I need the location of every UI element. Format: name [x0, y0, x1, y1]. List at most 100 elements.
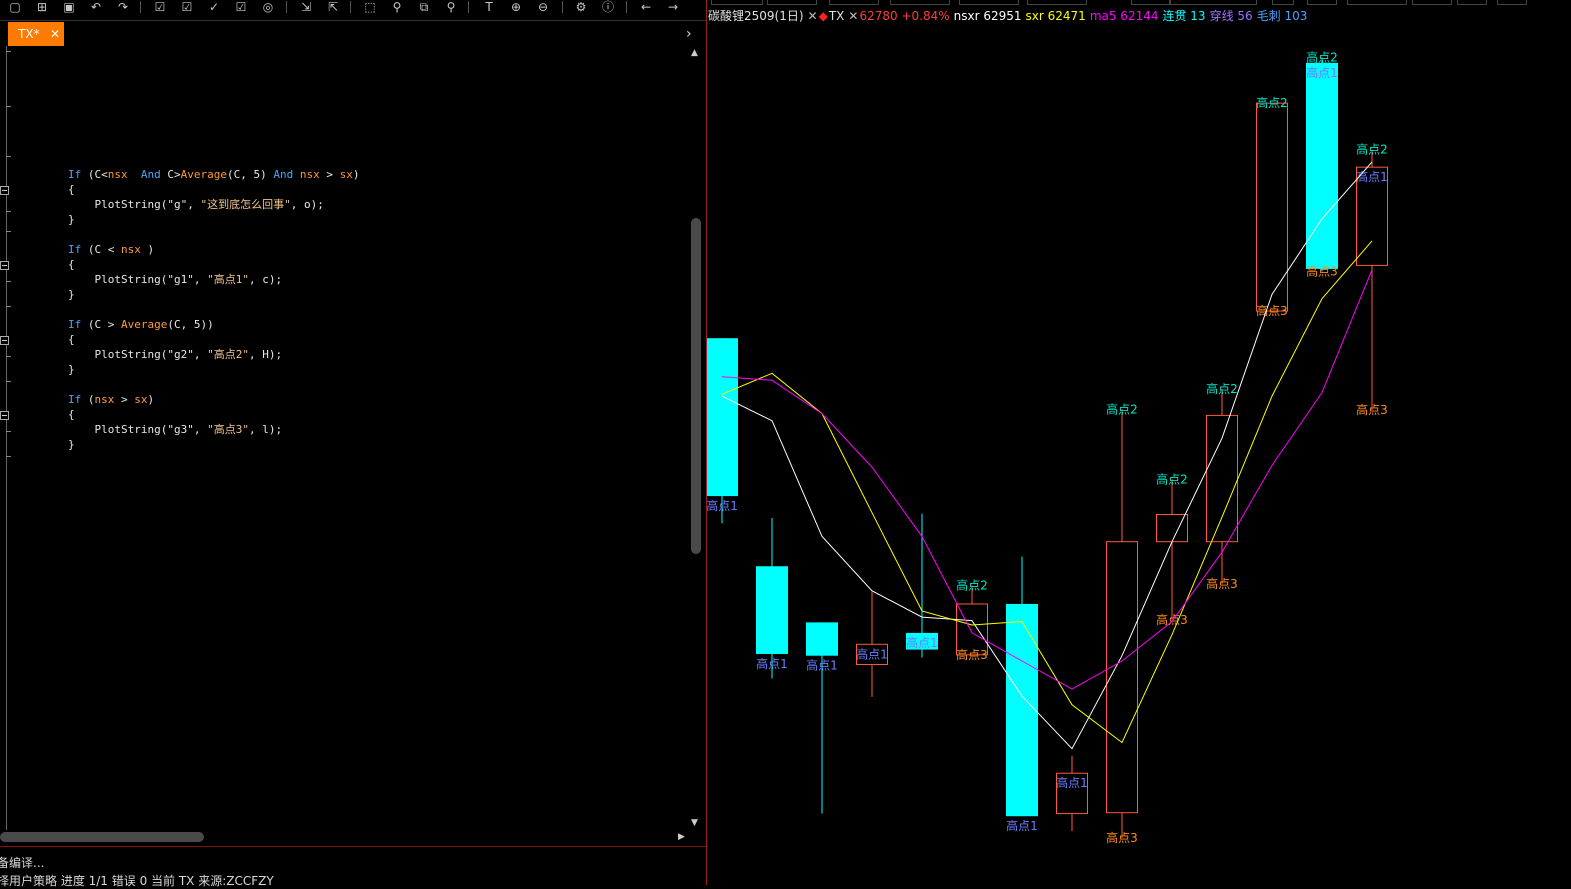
code-line: }: [68, 363, 75, 377]
candle-annotation: 高点3: [1256, 303, 1288, 318]
candle-annotation: 高点2: [1256, 95, 1288, 110]
vertical-scroll-thumb[interactable]: [691, 218, 701, 554]
code-token: }: [68, 213, 75, 226]
undo-icon[interactable]: ↶: [89, 0, 103, 14]
fold-toggle-icon[interactable]: [0, 336, 9, 345]
code-token: , H);: [248, 348, 283, 361]
code-token: (C >: [81, 318, 121, 331]
toolbar-separator: [140, 1, 141, 13]
tab-scroll-right-icon[interactable]: ›: [686, 24, 692, 44]
toolbar-separator: [468, 1, 469, 13]
settings-icon[interactable]: ⚙: [574, 0, 588, 14]
code-line: }: [68, 438, 75, 452]
code-token: sx: [339, 168, 353, 181]
candle-annotation: 高点2: [1356, 142, 1388, 157]
code-line: {: [68, 183, 75, 197]
fold-toggle-icon[interactable]: [0, 261, 9, 270]
code-line: {: [68, 258, 75, 272]
code-token: nsx: [121, 243, 141, 256]
editor-vertical-scrollbar[interactable]: ▲ ▼: [690, 46, 704, 830]
code-token: Average: [121, 318, 168, 331]
new-window-icon[interactable]: ▢: [8, 0, 22, 14]
fold-marker: [6, 431, 11, 432]
check-all-icon[interactable]: ☑: [234, 0, 248, 14]
compile-output-panel: 备编译... 择用户策略 进度 1/1 错误 0 当前 TX 来源:ZCCFZY: [0, 846, 707, 888]
editor-horizontal-scrollbar[interactable]: ▶: [0, 830, 690, 844]
tab-label: TX*: [18, 27, 40, 41]
code-line: If (nsx > sx): [68, 393, 154, 407]
code-line: }: [68, 288, 75, 302]
forward-arrow-icon[interactable]: →: [666, 0, 680, 14]
select-icon[interactable]: ⬚: [363, 0, 377, 14]
scroll-down-icon[interactable]: ▼: [691, 818, 698, 828]
candle-annotation: 高点1: [1056, 775, 1088, 790]
info-icon[interactable]: ⓘ: [601, 0, 615, 14]
candle-annotation: 高点2: [1206, 381, 1238, 396]
candle-annotation: 高点2: [1156, 471, 1188, 486]
scroll-right-icon[interactable]: ▶: [678, 830, 685, 844]
toolbar-separator: [562, 1, 563, 13]
fold-marker: [6, 231, 11, 232]
candle-annotation: 高点1: [1356, 169, 1388, 184]
code-token: PlotString("g3",: [68, 423, 208, 436]
code-line: {: [68, 408, 75, 422]
code-token: , o);: [290, 198, 324, 211]
code-line: PlotString("g1", "高点1", c);: [68, 273, 282, 287]
zoom-search-icon[interactable]: ⚲: [444, 0, 458, 14]
code-token: And: [140, 168, 161, 181]
scroll-up-icon[interactable]: ▲: [691, 48, 698, 58]
candle-body: [806, 622, 838, 656]
code-editor[interactable]: If (C<nsx And C>Average(C, 5) And nsx > …: [0, 46, 690, 830]
candle-annotation: 高点1: [1006, 818, 1038, 833]
delete-icon[interactable]: ▣: [62, 0, 76, 14]
zoom-out-icon[interactable]: ⊖: [536, 0, 550, 14]
toolbar-separator: [626, 1, 627, 13]
candle-body: [707, 338, 738, 497]
back-arrow-icon[interactable]: ←: [639, 0, 653, 14]
check-doc-icon[interactable]: ☑: [180, 0, 194, 14]
candle-annotation: 高点1: [1306, 65, 1338, 80]
export-icon[interactable]: ⇱: [326, 0, 340, 14]
find-replace-icon[interactable]: ⧉: [417, 0, 431, 14]
stop-icon[interactable]: ◎: [261, 0, 275, 14]
tab-tx[interactable]: TX* ✕: [8, 22, 64, 46]
candle-annotation: 高点1: [856, 646, 888, 661]
candle-body: [1256, 102, 1288, 312]
code-line: If (C < nsx ): [68, 243, 154, 257]
zoom-in-icon[interactable]: ⊕: [509, 0, 523, 14]
code-token: , l);: [248, 423, 283, 436]
code-token: If: [68, 318, 82, 331]
horizontal-scroll-thumb[interactable]: [0, 832, 204, 842]
code-token: (C, 5): [226, 168, 274, 181]
add-icon[interactable]: ⊞: [35, 0, 49, 14]
fold-toggle-icon[interactable]: [0, 411, 9, 420]
candle-body: [1306, 62, 1338, 269]
toolbar-separator: [350, 1, 351, 13]
text-cursor-icon[interactable]: T: [482, 0, 496, 14]
search-icon[interactable]: ⚲: [390, 0, 404, 14]
code-line: PlotString("g3", "高点3", l);: [68, 423, 282, 437]
code-token: If: [68, 243, 82, 256]
candle-annotation: 高点3: [1156, 612, 1188, 627]
code-token: PlotString("g1",: [68, 273, 208, 286]
candle-annotation: 高点1: [756, 656, 788, 671]
output-status-line: 备编译...: [0, 856, 45, 870]
code-line: {: [68, 333, 75, 347]
candle-body: [1106, 541, 1138, 814]
code-token: Average: [180, 168, 227, 181]
redo-icon[interactable]: ↷: [116, 0, 130, 14]
candle-body: [1006, 603, 1038, 817]
kline-chart-pane[interactable]: 碳酸锂2509(1日) ✕◆TX ✕62780 +0.84% nsxr 62951 sx…: [707, 0, 1571, 885]
compile-icon[interactable]: ✓: [207, 0, 221, 14]
import-icon[interactable]: ⇲: [299, 0, 313, 14]
code-token: ): [140, 243, 155, 256]
fold-gutter: [6, 46, 7, 830]
code-token: >: [319, 168, 340, 181]
check-icon[interactable]: ☑: [153, 0, 167, 14]
fold-toggle-icon[interactable]: [0, 186, 9, 195]
tab-close-icon[interactable]: ✕: [50, 22, 60, 46]
code-token: ): [352, 168, 360, 181]
candle-body: [756, 566, 788, 654]
